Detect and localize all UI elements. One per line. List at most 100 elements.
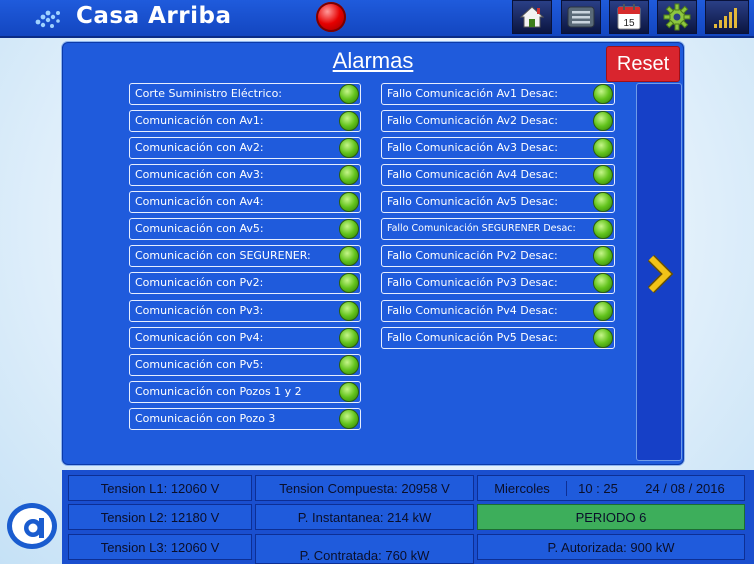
clock-time: 10 : 25 [578,480,618,496]
alarm-label: Comunicación con Av2: [135,141,264,154]
status-led [593,165,613,185]
alarm-item: Comunicación con Av5: [129,218,361,240]
alarm-indicator[interactable] [316,2,346,32]
tension-l2: Tension L2: 12180 V [68,504,252,530]
status-led [339,219,359,239]
status-led [593,84,613,104]
tension-compuesta: Tension Compuesta: 20958 V [255,475,474,501]
p-instantanea: P. Instantanea: 214 kW [255,504,474,530]
alarm-label: Fallo Comunicación Av4 Desac: [387,168,558,181]
alarm-label: Fallo Comunicación SEGURENER Desac: [387,223,576,234]
alarm-item: Fallo Comunicación Av4 Desac: [381,164,615,186]
panel-title: Alarmas [332,48,414,73]
panel-icon [567,6,595,28]
weekday: Miercoles [478,480,567,496]
status-led [339,273,359,293]
status-led [339,382,359,402]
status-led [339,328,359,348]
chevron-right-icon [647,254,674,294]
status-led [593,328,613,348]
status-led [339,165,359,185]
status-led [339,138,359,158]
calendar-day: 15 [623,18,635,29]
alarm-label: Fallo Comunicación Av1 Desac: [387,87,558,100]
alarm-label: Fallo Comunicación Pv3 Desac: [387,276,558,289]
alarm-label: Comunicación con Pv2: [135,276,264,289]
p-autorizada: P. Autorizada: 900 kW [477,534,745,560]
calendar-icon: 15 [617,4,641,30]
alarms-panel: Alarmas Reset Corte Suministro Eléctrico… [62,42,684,465]
tension-l3: Tension L3: 12060 V [68,534,252,560]
alarm-label: Fallo Comunicación Av3 Desac: [387,141,558,154]
alarm-label: Comunicación con Pv4: [135,331,264,344]
home-button[interactable] [512,0,552,34]
alarm-label: Comunicación con Av3: [135,168,264,181]
signal-button[interactable] [705,0,749,34]
status-led [339,409,359,429]
status-led [339,192,359,212]
periodo-badge: PERIODO 6 [477,504,745,530]
status-led [593,138,613,158]
alarm-item: Fallo Comunicación Av2 Desac: [381,110,615,132]
alarm-label: Fallo Comunicación Pv5 Desac: [387,331,558,344]
status-led [339,301,359,321]
alarm-label: Comunicación con Av4: [135,195,264,208]
alarm-item: Corte Suministro Eléctrico: [129,83,361,105]
alarm-label: Comunicación con Pozo 3 [135,412,276,425]
home-icon [519,6,545,28]
alarm-item: Comunicación con Av2: [129,137,361,159]
settings-button[interactable] [657,0,697,34]
alarm-item: Comunicación con Pv2: [129,272,361,294]
app-title: Casa Arriba [76,3,232,29]
alarm-item: Fallo Comunicación Av5 Desac: [381,191,615,213]
alarm-label: Comunicación con Pv5: [135,358,264,371]
brand-logo-icon [7,503,57,549]
alarm-item: Comunicación con Av1: [129,110,361,132]
logo-dots-icon [35,10,60,28]
alarm-item: Comunicación con Pv4: [129,327,361,349]
status-led [593,301,613,321]
alarm-item: Fallo Comunicación Pv5 Desac: [381,327,615,349]
alarm-item: Fallo Comunicación Av3 Desac: [381,137,615,159]
alarm-item: Fallo Comunicación Pv3 Desac: [381,272,615,294]
alarm-label: Comunicación con Pv3: [135,304,264,317]
alarm-item: Comunicación con Pozos 1 y 2 [129,381,361,403]
alarm-label: Fallo Comunicación Av2 Desac: [387,114,558,127]
alarm-item: Comunicación con SEGURENER: [129,245,361,267]
gear-icon [663,3,691,31]
status-led [593,219,613,239]
alarm-item: Comunicación con Av3: [129,164,361,186]
alarm-item: Comunicación con Pv3: [129,300,361,322]
alarm-item: Comunicación con Pozo 3 [129,408,361,430]
alarm-label: Fallo Comunicación Pv4 Desac: [387,304,558,317]
alarm-item: Fallo Comunicación Pv2 Desac: [381,245,615,267]
status-led [593,246,613,266]
signal-icon [714,8,737,28]
top-bar: Casa Arriba 15 [0,0,754,38]
panel-button[interactable] [561,0,601,34]
alarm-item: Fallo Comunicación Av1 Desac: [381,83,615,105]
alarm-item: Comunicación con Pv5: [129,354,361,376]
status-led [339,355,359,375]
alarm-item: Fallo Comunicación SEGURENER Desac: [381,218,615,240]
alarm-item: Fallo Comunicación Pv4 Desac: [381,300,615,322]
tension-l1: Tension L1: 12060 V [68,475,252,501]
alarm-label: Fallo Comunicación Av5 Desac: [387,195,558,208]
alarm-label: Fallo Comunicación Pv2 Desac: [387,249,558,262]
status-led [593,273,613,293]
calendar-button[interactable]: 15 [609,0,649,34]
alarm-label: Comunicación con Pozos 1 y 2 [135,385,302,398]
next-page-button[interactable] [636,83,682,461]
status-led [593,192,613,212]
status-led [339,84,359,104]
status-led [339,246,359,266]
datetime-display: Miercoles 10 : 25 24 / 08 / 2016 [477,475,745,501]
alarm-label: Corte Suministro Eléctrico: [135,87,283,100]
alarm-label: Comunicación con Av1: [135,114,264,127]
reset-button[interactable]: Reset [606,46,680,82]
alarm-label: Comunicación con Av5: [135,222,264,235]
current-date: 24 / 08 / 2016 [645,480,725,496]
p-contratada: P. Contratada: 760 kW [255,534,474,564]
alarm-label: Comunicación con SEGURENER: [135,249,311,262]
status-led [339,111,359,131]
